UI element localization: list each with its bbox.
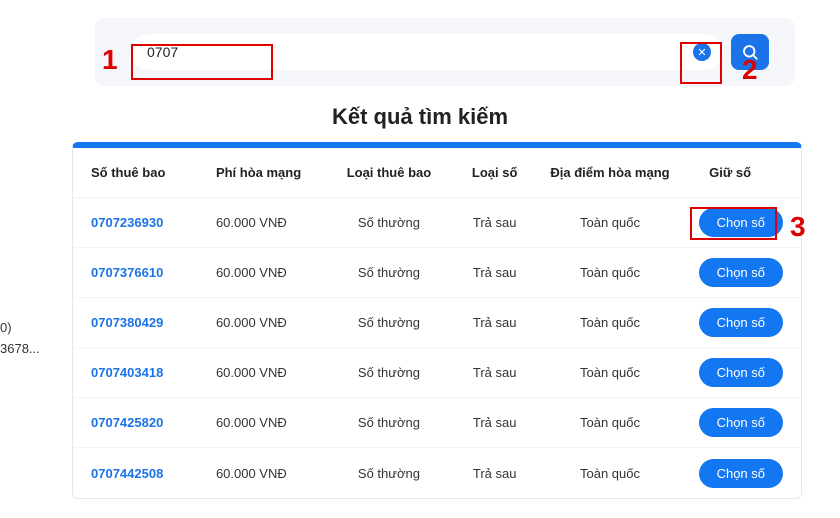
th-type: Loại thuê bao [331, 165, 446, 180]
search-icon [741, 43, 759, 61]
cell-fee: 60.000 VNĐ [216, 466, 331, 481]
cell-type: Số thường [331, 415, 446, 430]
cell-type: Số thường [331, 466, 446, 481]
table-row: 070737661060.000 VNĐSố thườngTrả sauToàn… [73, 248, 801, 298]
choose-button[interactable]: Chọn số [699, 258, 783, 287]
cell-action: Chọn số [677, 459, 783, 488]
th-phone: Số thuê bao [91, 165, 216, 180]
table-row: 070744250860.000 VNĐSố thườngTrả sauToàn… [73, 448, 801, 498]
clear-icon[interactable]: ✕ [693, 43, 711, 61]
choose-button[interactable]: Chọn số [699, 208, 783, 237]
phone-link[interactable]: 0707442508 [91, 466, 216, 481]
cell-fee: 60.000 VNĐ [216, 215, 331, 230]
results-table: Số thuê bao Phí hòa mạng Loại thuê bao L… [72, 142, 802, 499]
cell-type: Số thường [331, 265, 446, 280]
cell-kind: Trả sau [447, 315, 543, 330]
cell-action: Chọn số [677, 358, 783, 387]
cell-fee: 60.000 VNĐ [216, 365, 331, 380]
cell-action: Chọn số [677, 258, 783, 287]
th-fee: Phí hòa mạng [216, 165, 331, 180]
cell-location: Toàn quốc [543, 415, 678, 430]
th-hold: Giữ số [677, 165, 783, 180]
cell-action: Chọn số [677, 208, 783, 237]
phone-link[interactable]: 0707236930 [91, 215, 216, 230]
choose-button[interactable]: Chọn số [699, 459, 783, 488]
choose-button[interactable]: Chọn số [699, 408, 783, 437]
cell-type: Số thường [331, 365, 446, 380]
table-row: 070740341860.000 VNĐSố thườngTrả sauToàn… [73, 348, 801, 398]
table-row: 070738042960.000 VNĐSố thườngTrả sauToàn… [73, 298, 801, 348]
cell-kind: Trả sau [447, 215, 543, 230]
search-panel: ✕ [95, 18, 795, 86]
cell-fee: 60.000 VNĐ [216, 415, 331, 430]
cell-location: Toàn quốc [543, 215, 678, 230]
cell-action: Chọn số [677, 408, 783, 437]
phone-link[interactable]: 0707380429 [91, 315, 216, 330]
cell-fee: 60.000 VNĐ [216, 265, 331, 280]
cell-kind: Trả sau [447, 265, 543, 280]
table-row: 070723693060.000 VNĐSố thườngTrả sauToàn… [73, 198, 801, 248]
search-input-wrap: ✕ [131, 34, 723, 70]
phone-link[interactable]: 0707425820 [91, 415, 216, 430]
search-input[interactable] [147, 44, 693, 60]
cell-fee: 60.000 VNĐ [216, 315, 331, 330]
th-location: Địa điểm hòa mạng [543, 165, 678, 180]
cell-location: Toàn quốc [543, 315, 678, 330]
cell-kind: Trả sau [447, 415, 543, 430]
cell-type: Số thường [331, 215, 446, 230]
cell-location: Toàn quốc [543, 265, 678, 280]
cell-kind: Trả sau [447, 466, 543, 481]
cell-action: Chọn số [677, 308, 783, 337]
choose-button[interactable]: Chọn số [699, 308, 783, 337]
phone-link[interactable]: 0707403418 [91, 365, 216, 380]
cell-kind: Trả sau [447, 365, 543, 380]
th-kind: Loại số [447, 165, 543, 180]
cropped-edge-text: 0) 3678... [0, 318, 40, 360]
cell-location: Toàn quốc [543, 365, 678, 380]
results-heading: Kết quả tìm kiếm [0, 104, 840, 130]
search-button[interactable] [731, 34, 769, 70]
phone-link[interactable]: 0707376610 [91, 265, 216, 280]
cell-location: Toàn quốc [543, 466, 678, 481]
table-header: Số thuê bao Phí hòa mạng Loại thuê bao L… [73, 148, 801, 198]
cell-type: Số thường [331, 315, 446, 330]
table-row: 070742582060.000 VNĐSố thườngTrả sauToàn… [73, 398, 801, 448]
choose-button[interactable]: Chọn số [699, 358, 783, 387]
